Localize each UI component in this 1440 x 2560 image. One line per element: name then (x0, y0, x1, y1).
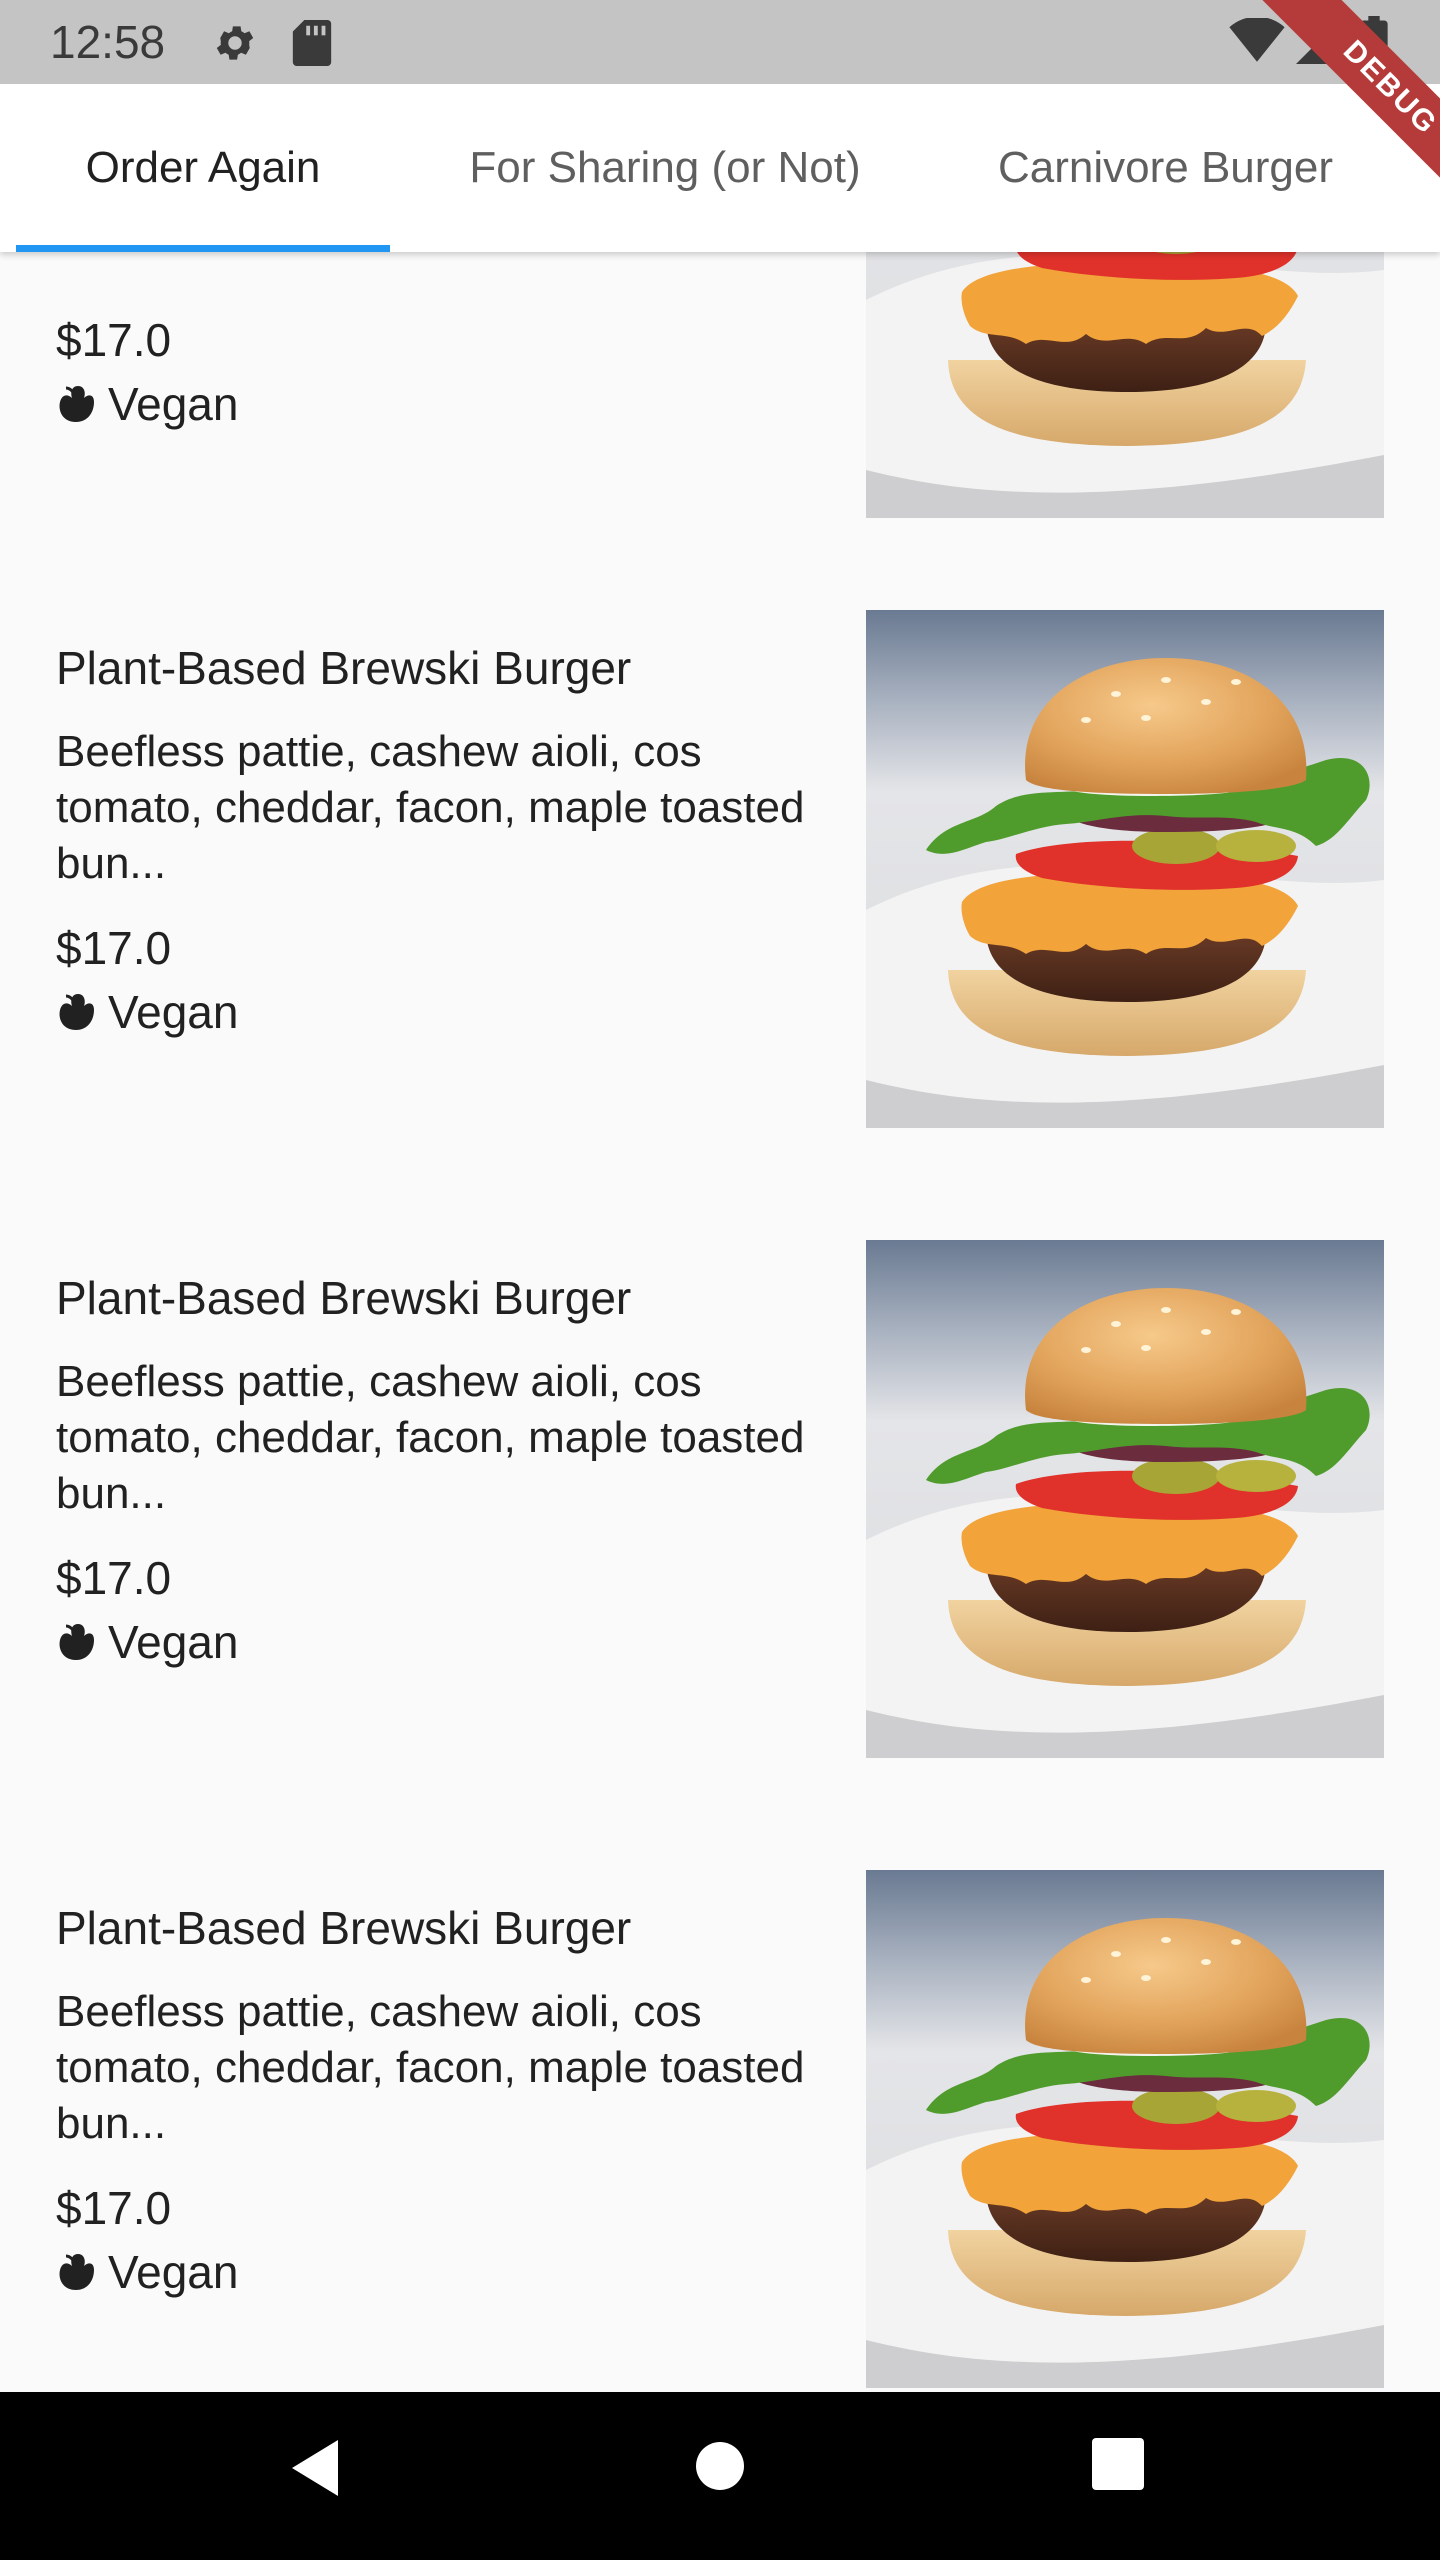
item-tag-label: Vegan (108, 2246, 239, 2298)
item-description: Beefless pattie, cashew aioli, cos tomat… (56, 727, 805, 888)
tab-indicator (16, 245, 390, 252)
plant-icon (58, 2252, 96, 2292)
home-icon[interactable] (690, 2436, 750, 2501)
item-title: Plant-Based Brewski Burger (56, 1272, 632, 1324)
item-price: $17.0 (56, 1552, 172, 1604)
menu-item[interactable]: Plant-Based Brewski Burger Beefless patt… (0, 1870, 1440, 2392)
recents-icon[interactable] (1090, 2436, 1146, 2497)
plant-icon (58, 384, 96, 424)
burger-photo (866, 1240, 1384, 1758)
gear-icon (212, 20, 258, 71)
menu-item[interactable]: Plant-Based Brewski Burger Beefless patt… (0, 610, 1440, 1270)
burger-photo (866, 252, 1384, 518)
item-tag-label: Vegan (108, 986, 239, 1038)
item-tag: Vegan (56, 1614, 238, 1670)
item-description: Beefless pattie, cashew aioli, cos tomat… (56, 1357, 805, 1518)
item-tag: Vegan (56, 2244, 238, 2300)
item-tag: Vegan (56, 376, 238, 432)
burger-photo (866, 610, 1384, 1128)
item-title: Plant-Based Brewski Burger (56, 642, 632, 694)
sd-card-icon (292, 20, 332, 71)
item-tag: Vegan (56, 984, 238, 1040)
system-nav-bar (0, 2392, 1440, 2560)
item-tag-label: Vegan (108, 378, 239, 430)
status-time: 12:58 (50, 16, 166, 68)
plant-icon (58, 992, 96, 1032)
item-price: $17.0 (56, 2182, 172, 2234)
category-tab-bar: Order Again For Sharing (or Not) Carnivo… (0, 84, 1440, 252)
menu-item[interactable]: Plant-Based Brewski Burger Beefless patt… (0, 1240, 1440, 1900)
tab-for-sharing[interactable]: For Sharing (or Not) (400, 84, 930, 252)
item-tag-label: Vegan (108, 1616, 239, 1668)
item-title: Plant-Based Brewski Burger (56, 1902, 632, 1954)
plant-icon (58, 1622, 96, 1662)
menu-item-list[interactable]: $17.0 Vegan Plant-Based Brewski Burger B… (0, 252, 1440, 2392)
tab-carnivore-burger[interactable]: Carnivore Burger (940, 84, 1440, 252)
wifi-icon (1228, 16, 1286, 69)
item-description: Beefless pattie, cashew aioli, cos tomat… (56, 1987, 805, 2148)
tab-order-again[interactable]: Order Again (16, 84, 390, 252)
status-bar: 12:58 (0, 0, 1440, 84)
back-icon[interactable] (286, 2436, 342, 2505)
burger-photo (866, 1870, 1384, 2388)
item-price: $17.0 (56, 314, 172, 366)
menu-item[interactable]: $17.0 Vegan (0, 252, 1440, 532)
item-price: $17.0 (56, 922, 172, 974)
